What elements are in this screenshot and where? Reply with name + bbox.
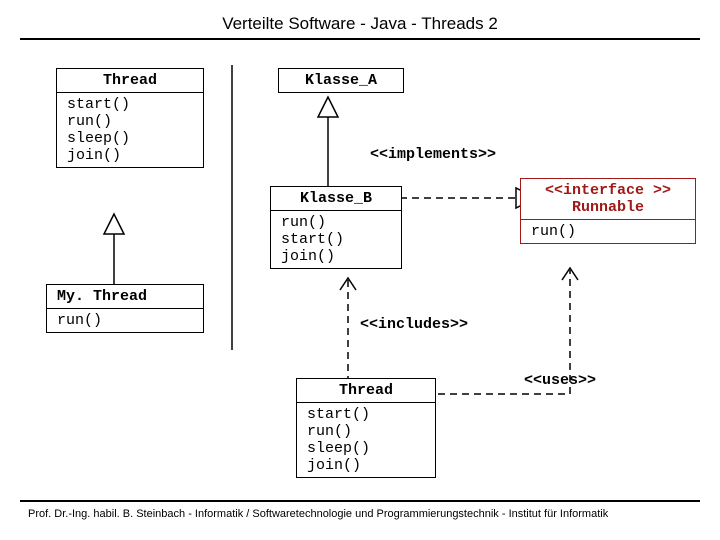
interface-runnable-head: <<interface >> Runnable xyxy=(521,179,695,220)
interface-runnable: <<interface >> Runnable run() xyxy=(520,178,696,244)
class-klasse-b-methods: run() start() join() xyxy=(271,211,401,268)
class-klasse-b: Klasse_B run() start() join() xyxy=(270,186,402,269)
page-footer: Prof. Dr.-Ing. habil. B. Steinbach - Inf… xyxy=(28,508,608,520)
class-klasse-a: Klasse_A xyxy=(278,68,404,93)
class-thread-bottom: Thread start() run() sleep() join() xyxy=(296,378,436,478)
label-uses: <<uses>> xyxy=(524,372,596,389)
class-thread-bottom-name: Thread xyxy=(297,379,435,403)
class-thread-name: Thread xyxy=(57,69,203,93)
class-thread: Thread start() run() sleep() join() xyxy=(56,68,204,168)
label-includes: <<includes>> xyxy=(360,316,468,333)
page-title: Verteilte Software - Java - Threads 2 xyxy=(0,14,720,34)
class-thread-bottom-methods: start() run() sleep() join() xyxy=(297,403,435,477)
class-klasse-a-name: Klasse_A xyxy=(279,69,403,92)
interface-runnable-methods: run() xyxy=(521,220,695,243)
class-mythread-name: My. Thread xyxy=(47,285,203,309)
label-implements: <<implements>> xyxy=(370,146,496,163)
class-klasse-b-name: Klasse_B xyxy=(271,187,401,211)
divider-bottom xyxy=(20,500,700,502)
class-thread-methods: start() run() sleep() join() xyxy=(57,93,203,167)
divider-top xyxy=(20,38,700,40)
class-mythread-methods: run() xyxy=(47,309,203,332)
class-mythread: My. Thread run() xyxy=(46,284,204,333)
